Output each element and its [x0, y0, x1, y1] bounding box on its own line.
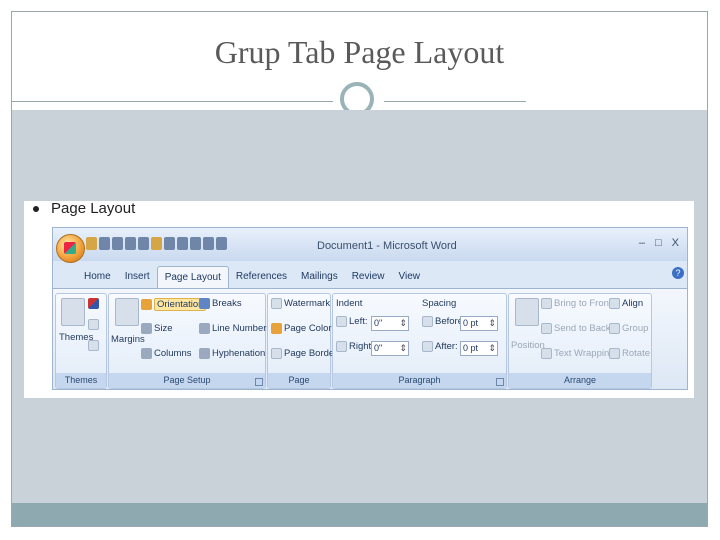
rotate-button[interactable]: Rotate [609, 348, 650, 359]
tab-references[interactable]: References [229, 266, 294, 288]
page-color-label: Page Color [284, 323, 332, 334]
tab-home[interactable]: Home [77, 266, 118, 288]
window-controls: – □ X [639, 237, 679, 249]
breaks-button[interactable]: Breaks [199, 298, 242, 309]
spacing-label: Spacing [422, 298, 457, 309]
word-window-screenshot: Document1 - Microsoft Word – □ X Home In… [52, 227, 688, 390]
theme-fonts-icon[interactable] [88, 319, 99, 330]
indent-left-icon [336, 316, 347, 327]
rotate-label: Rotate [622, 348, 650, 359]
hyphenation-label: Hyphenation [212, 348, 266, 359]
footer-bar [12, 503, 707, 526]
minimize-button[interactable]: – [639, 237, 645, 249]
office-logo-icon [64, 242, 76, 254]
indent-label: Indent [336, 298, 363, 309]
spacing-before-input[interactable]: 0 pt [460, 316, 498, 331]
paragraph-launcher-icon[interactable] [496, 378, 504, 386]
theme-effects-icon[interactable] [88, 340, 99, 351]
group-label-paragraph: Paragraph [333, 373, 506, 388]
group-label-page-background: Page Background [268, 373, 330, 388]
spacing-before-icon [422, 316, 433, 327]
title-divider-right [384, 101, 526, 102]
spacing-after-row: After: [422, 341, 458, 352]
line-numbers-label: Line Numbers [212, 323, 272, 334]
ribbon-tabs: Home Insert Page Layout References Maili… [77, 266, 428, 289]
tab-view[interactable]: View [392, 266, 428, 288]
indent-left-row: Left: [336, 316, 368, 327]
title-divider-left [11, 101, 333, 102]
spacing-after-input[interactable]: 0 pt [460, 341, 498, 356]
columns-button[interactable]: Columns [141, 348, 192, 359]
hyphenation-button[interactable]: Hyphenation [199, 348, 265, 359]
page-setup-launcher-icon[interactable] [255, 378, 263, 386]
send-to-back-button[interactable]: Send to Back [541, 323, 611, 334]
group-arrange: Position Bring to Front Send to Back Tex… [508, 293, 652, 389]
watermark-button[interactable]: Watermark [271, 298, 330, 309]
text-wrapping-label: Text Wrapping [554, 348, 615, 359]
themes-button[interactable] [61, 298, 85, 326]
tab-review[interactable]: Review [345, 266, 392, 288]
page-color-button[interactable]: Page Color [271, 323, 332, 334]
position-icon[interactable] [515, 298, 539, 326]
spelling-icon[interactable] [177, 237, 188, 250]
group-label: Group [622, 323, 649, 334]
indent-right-icon [336, 341, 347, 352]
undo-icon[interactable] [99, 237, 110, 250]
align-button[interactable]: Align [609, 298, 643, 309]
spacing-after-label: After: [435, 341, 458, 352]
group-themes: Themes Themes [55, 293, 107, 389]
print-icon[interactable] [164, 237, 175, 250]
font-color-icon[interactable] [190, 237, 201, 250]
group-label-arrange: Arrange [509, 373, 651, 388]
breaks-label: Breaks [212, 298, 242, 309]
print-preview-icon[interactable] [138, 237, 149, 250]
slide-title: Grup Tab Page Layout [214, 34, 505, 70]
title-bar: Document1 - Microsoft Word – □ X [53, 228, 687, 263]
size-label: Size [154, 323, 173, 334]
align-label: Align [622, 298, 644, 309]
group-label-themes: Themes [56, 373, 106, 388]
subscript-icon[interactable] [203, 237, 214, 250]
theme-colors-icon[interactable] [88, 298, 99, 309]
bring-to-front-button[interactable]: Bring to Front [541, 298, 612, 309]
bullet-text: Page Layout [51, 200, 136, 217]
tab-page-layout[interactable]: Page Layout [156, 266, 229, 289]
office-button[interactable] [56, 234, 85, 263]
send-to-back-label: Send to Back [554, 323, 611, 334]
ribbon: Themes Themes Margins Orientation Size C… [53, 288, 687, 389]
orientation-button[interactable]: Orientation [141, 298, 207, 311]
maximize-button[interactable]: □ [655, 237, 662, 249]
group-page-background: Watermark Page Color Page Borders Page B… [267, 293, 342, 389]
margins-icon[interactable] [115, 298, 139, 326]
watermark-label: Watermark [284, 298, 331, 309]
tab-insert[interactable]: Insert [118, 266, 157, 288]
position-button[interactable]: Position [511, 340, 545, 351]
margins-button[interactable]: Margins [111, 334, 145, 345]
group-page-setup: Margins Orientation Size Columns Breaks … [108, 293, 271, 389]
bullet-icon [33, 206, 39, 212]
spacing-after-icon [422, 341, 433, 352]
group-label-page-setup: Page Setup [109, 373, 265, 388]
line-numbers-button[interactable]: Line Numbers [199, 323, 271, 334]
indent-right-row: Right: [336, 341, 374, 352]
redo-icon[interactable] [112, 237, 123, 250]
bring-to-front-label: Bring to Front [554, 298, 612, 309]
superscript-icon[interactable] [216, 237, 227, 250]
text-wrapping-button[interactable]: Text Wrapping [541, 348, 615, 359]
indent-left-label: Left: [349, 316, 368, 327]
help-icon[interactable]: ? [672, 267, 684, 279]
new-document-icon[interactable] [125, 237, 136, 250]
quick-access-toolbar [86, 237, 227, 251]
indent-right-input[interactable]: 0" [371, 341, 409, 356]
columns-label: Columns [154, 348, 192, 359]
save-icon[interactable] [86, 237, 97, 250]
open-folder-icon[interactable] [151, 237, 162, 250]
tab-mailings[interactable]: Mailings [294, 266, 345, 288]
window-title: Document1 - Microsoft Word [317, 240, 457, 252]
group-paragraph: Indent Left: 0" Right: 0" Spacing Before… [332, 293, 507, 389]
indent-left-input[interactable]: 0" [371, 316, 409, 331]
size-button[interactable]: Size [141, 323, 172, 334]
group-button[interactable]: Group [609, 323, 648, 334]
close-button[interactable]: X [672, 237, 679, 249]
